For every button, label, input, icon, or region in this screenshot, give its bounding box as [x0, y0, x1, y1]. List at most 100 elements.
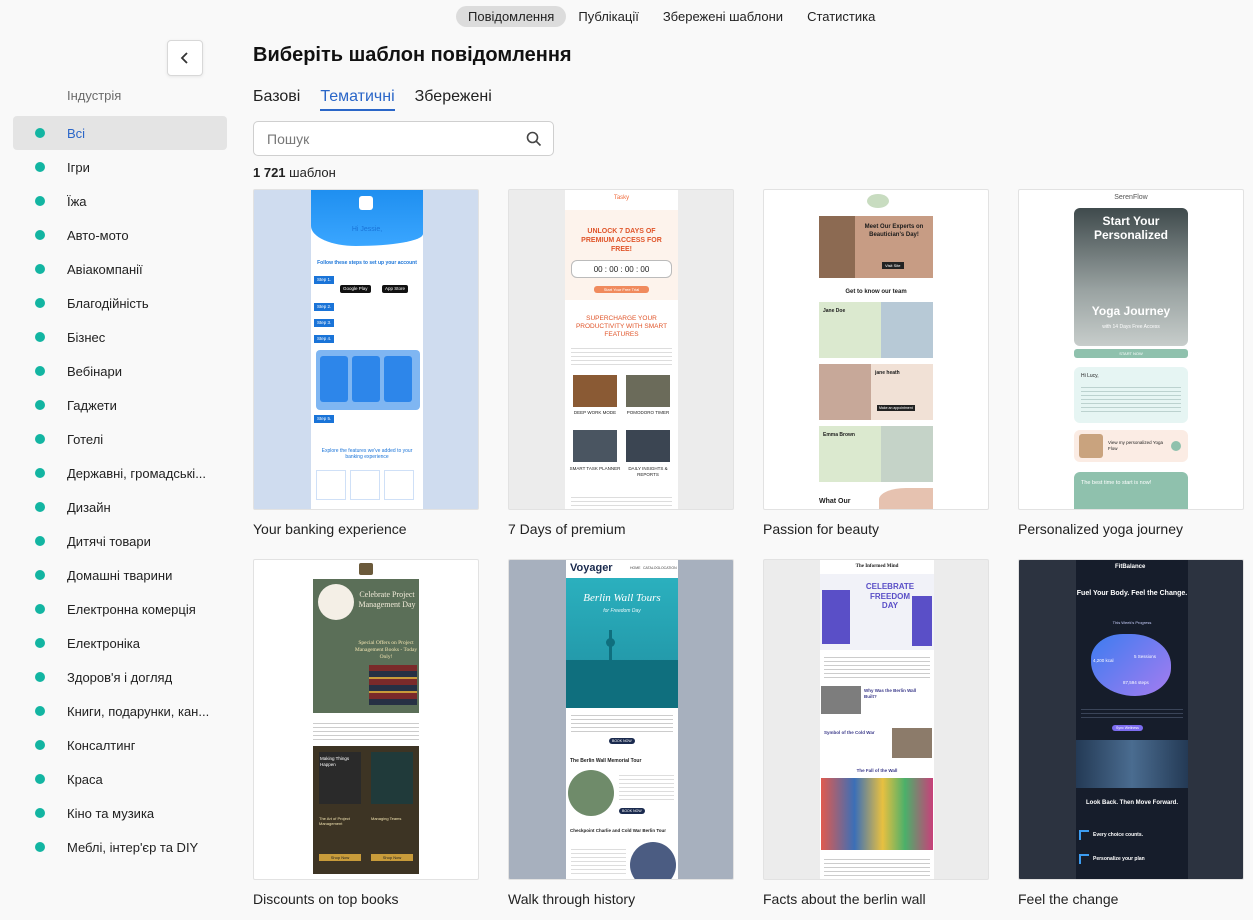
preview-headline: UNLOCK 7 DAYS OF PREMIUM ACCESS FOR FREE…: [581, 228, 662, 253]
sidebar-item-auto[interactable]: Авто-мото: [13, 218, 227, 252]
sidebar-item-furniture[interactable]: Меблі, інтер'єр та DIY: [13, 830, 227, 864]
preview-member: Emma Brown: [823, 432, 855, 438]
dot-icon: [35, 740, 45, 750]
template-card[interactable]: SerenFlow Start Your Personalized Yoga J…: [1018, 189, 1244, 537]
tab-saved-templates[interactable]: Збережені шаблони: [651, 6, 795, 27]
preview-book: The Art of Project Management: [319, 816, 350, 826]
preview-brand: Tasky: [613, 195, 630, 201]
template-preview: Celebrate Project Management Day Special…: [253, 559, 479, 880]
sidebar-item-kids[interactable]: Дитячі товари: [13, 524, 227, 558]
preview-brand: Voyager: [570, 562, 613, 574]
template-count-number: 1 721: [253, 165, 286, 180]
sidebar-item-consulting[interactable]: Консалтинг: [13, 728, 227, 762]
top-navigation: Повідомлення Публікації Збережені шаблон…: [456, 6, 887, 27]
tab-saved[interactable]: Збережені: [415, 88, 492, 111]
preview-button: Sync Wellness: [1112, 725, 1143, 732]
sidebar-item-airlines[interactable]: Авіакомпанії: [13, 252, 227, 286]
preview-timer: 00 : 00 : 00 : 00: [571, 260, 672, 278]
sidebar-item-design[interactable]: Дизайн: [13, 490, 227, 524]
sidebar-item-movies-music[interactable]: Кіно та музика: [13, 796, 227, 830]
preview-hero-caption: with 14 Days Free Access: [1102, 324, 1160, 330]
preview-feature: POMODORO TIMER: [626, 410, 670, 415]
search-input[interactable]: [254, 122, 504, 155]
preview-question: Symbol of the Cold War: [824, 730, 875, 735]
collapse-sidebar-button[interactable]: [167, 40, 203, 76]
dot-icon: [35, 808, 45, 818]
preview-question: Why Was the Berlin Wall Built?: [864, 688, 917, 699]
preview-heading: Follow these steps to set up your accoun…: [317, 260, 417, 266]
preview-feature: DEEP WORK MODE: [573, 410, 617, 415]
sidebar-item-label: Здоров'я і догляд: [67, 669, 173, 685]
template-preview: Meet Our Experts on Beautician's Day! Vi…: [763, 189, 989, 510]
template-title: Walk through history: [508, 891, 636, 907]
sidebar-item-business[interactable]: Бізнес: [13, 320, 227, 354]
dot-icon: [35, 502, 45, 512]
sidebar-item-electronics[interactable]: Електроніка: [13, 626, 227, 660]
sidebar-item-label: Кіно та музика: [67, 805, 155, 821]
template-title: Passion for beauty: [763, 521, 879, 537]
preview-bottom: The best time to start is now!: [1081, 480, 1152, 486]
preview-offer: Special Offers on Project Management Boo…: [354, 640, 418, 660]
sidebar-item-health[interactable]: Здоров'я і догляд: [13, 660, 227, 694]
sidebar-item-webinars[interactable]: Вебінари: [13, 354, 227, 388]
sidebar-item-beauty[interactable]: Краса: [13, 762, 227, 796]
preview-step: Step 2.: [314, 303, 335, 311]
dot-icon: [35, 842, 45, 852]
preview-member: jane heath: [875, 370, 900, 376]
preview-book: Making Things Happen: [320, 756, 350, 767]
preview-step: Step 4.: [314, 335, 335, 343]
tab-publications[interactable]: Публікації: [566, 6, 650, 27]
template-card[interactable]: Meet Our Experts on Beautician's Day! Vi…: [763, 189, 989, 537]
preview-tour: Checkpoint Charlie and Cold War Berlin T…: [570, 828, 667, 833]
preview-team-heading: Get to know our team: [845, 289, 907, 295]
sidebar-item-label: Дизайн: [67, 499, 111, 515]
template-card[interactable]: Tasky UNLOCK 7 DAYS OF PREMIUM ACCESS FO…: [508, 189, 734, 537]
tab-messages[interactable]: Повідомлення: [456, 6, 567, 27]
preview-step: Step 1.: [314, 276, 335, 284]
template-card[interactable]: Hi Jessie, Follow these steps to set up …: [253, 189, 479, 537]
preview-nav: CATALOG: [643, 566, 660, 570]
template-card[interactable]: Voyager HOME CATALOG LOCATION Berlin Wal…: [508, 559, 734, 907]
dot-icon: [35, 162, 45, 172]
preview-headline2: Look Back. Then Move Forward.: [1085, 800, 1178, 806]
template-card[interactable]: FitBalance Fuel Your Body. Feel the Chan…: [1018, 559, 1244, 907]
preview-hero-title: Start Your Personalized: [1093, 214, 1169, 243]
sidebar-item-label: Консалтинг: [67, 737, 136, 753]
preview-tour: The Berlin Wall Memorial Tour: [570, 758, 642, 764]
preview-stat: 87,594 steps: [1123, 680, 1149, 685]
sidebar-item-all[interactable]: Всі: [13, 116, 227, 150]
search-box: [253, 121, 554, 156]
sidebar-heading: Індустрія: [67, 88, 122, 103]
preview-apple-badge: App Store: [382, 285, 409, 293]
tab-basic[interactable]: Базові: [253, 88, 300, 111]
template-card[interactable]: The Informed Mind CELEBRATE FREEDOM DAY …: [763, 559, 989, 907]
tab-thematic[interactable]: Тематичні: [320, 88, 395, 111]
sidebar-item-ecommerce[interactable]: Електронна комерція: [13, 592, 227, 626]
sidebar-item-label: Всі: [67, 125, 86, 141]
preview-book: Managing Teams: [371, 816, 402, 821]
template-title: Personalized yoga journey: [1018, 521, 1183, 537]
tab-statistics[interactable]: Статистика: [795, 6, 887, 27]
sidebar-item-government[interactable]: Державні, громадські...: [13, 456, 227, 490]
dot-icon: [35, 672, 45, 682]
sidebar-item-gadgets[interactable]: Гаджети: [13, 388, 227, 422]
sidebar-item-charity[interactable]: Благодійність: [13, 286, 227, 320]
search-icon[interactable]: [526, 131, 542, 147]
sidebar-item-books[interactable]: Книги, подарунки, кан...: [13, 694, 227, 728]
template-title: Feel the change: [1018, 891, 1119, 907]
template-card[interactable]: Celebrate Project Management Day Special…: [253, 559, 479, 907]
preview-subhead: SUPERCHARGE YOUR PRODUCTIVITY WITH SMART…: [575, 315, 668, 339]
dot-icon: [35, 196, 45, 206]
sidebar-item-pets[interactable]: Домашні тварини: [13, 558, 227, 592]
sidebar-item-games[interactable]: Ігри: [13, 150, 227, 184]
sidebar-item-label: Благодійність: [67, 295, 149, 311]
preview-hero: Berlin Wall Tours: [583, 592, 661, 604]
sidebar-item-label: Авіакомпанії: [67, 261, 143, 277]
dot-icon: [35, 332, 45, 342]
sidebar-item-label: Електроніка: [67, 635, 141, 651]
sidebar-item-food[interactable]: Їжа: [13, 184, 227, 218]
preview-stat: 4,200 kcal: [1093, 658, 1114, 663]
sidebar-item-hotels[interactable]: Готелі: [13, 422, 227, 456]
sidebar-item-label: Домашні тварини: [67, 567, 173, 583]
preview-hero: Meet Our Experts on Beautician's Day!: [864, 224, 924, 238]
